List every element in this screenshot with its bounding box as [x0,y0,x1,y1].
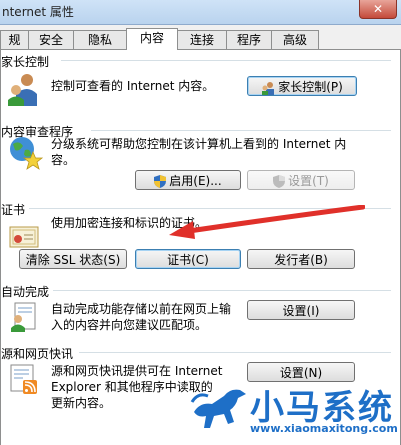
autocomplete-title: 自动完成 [1,283,54,300]
globe-star-icon [10,137,43,170]
window-title: nternet 属性 [2,5,74,19]
advisor-settings-button[interactable]: 设置(T) [247,170,355,190]
content-advisor-desc-line1: 分级系统可帮助您控制在该计算机上看到的 Internet 内 [51,137,347,151]
enable-button-label: 启用(E)... [169,174,222,188]
parental-controls-button[interactable]: 家长控制(P) [247,76,357,96]
feeds-title: 源和网页快讯 [1,345,78,362]
parental-controls-title: 家长控制 [1,53,54,70]
feeds-desc-line3: 更新内容。 [51,396,112,410]
tab-programs[interactable]: 程序 [226,30,272,49]
autocomplete-desc-line2: 入的内容并向您建议匹配项。 [51,318,208,332]
parental-controls-small-icon [262,81,275,95]
content-advisor-desc-line2: 容。 [51,153,76,167]
group-divider [61,60,391,61]
red-arrow-annotation [169,205,365,239]
feeds-desc-line2: Explorer 和其他程序中读取的 [51,380,213,394]
close-button[interactable]: ✕ [359,0,397,19]
group-divider [53,290,391,291]
certificate-icon [9,226,39,248]
autocomplete-desc-line1: 自动完成功能存储以前在网页上输 [51,302,232,316]
tab-connections[interactable]: 连接 [177,30,227,49]
feeds-icon [10,364,37,394]
certificates-title: 证书 [1,201,30,218]
title-bar: nternet 属性 ✕ [0,0,401,25]
publishers-button[interactable]: 发行者(B) [247,249,355,269]
uac-shield-icon [154,175,167,188]
horse-logo-icon [190,389,246,428]
enable-button[interactable]: 启用(E)... [135,170,241,190]
feeds-desc-line1: 源和网页快讯提供可在 Internet [51,364,223,378]
autocomplete-settings-button[interactable]: 设置(I) [247,300,355,320]
certificates-button[interactable]: 证书(C) [135,249,241,269]
autocomplete-icon [11,302,36,332]
parental-controls-desc: 控制可查看的 Internet 内容。 [51,79,215,93]
tab-privacy[interactable]: 隐私 [73,30,127,49]
tab-general[interactable]: 规 [0,30,29,49]
group-divider [79,352,391,353]
advisor-settings-button-label: 设置(T) [288,174,329,188]
parental-controls-icon [8,74,37,106]
tab-content[interactable]: 内容 [126,28,178,50]
watermark-url: www.xiaomaxitong.com [250,422,398,435]
tab-strip: 规 安全 隐私 内容 连接 程序 高级 [0,28,401,50]
uac-shield-icon [273,175,286,188]
parental-controls-button-label: 家长控制(P) [278,80,343,94]
tab-advanced[interactable]: 高级 [271,30,319,49]
tab-security[interactable]: 安全 [28,30,74,49]
clear-ssl-state-button[interactable]: 清除 SSL 状态(S) [19,249,127,269]
watermark: 小马系统 www.xiaomaxitong.com [190,378,401,444]
group-divider [91,130,391,131]
